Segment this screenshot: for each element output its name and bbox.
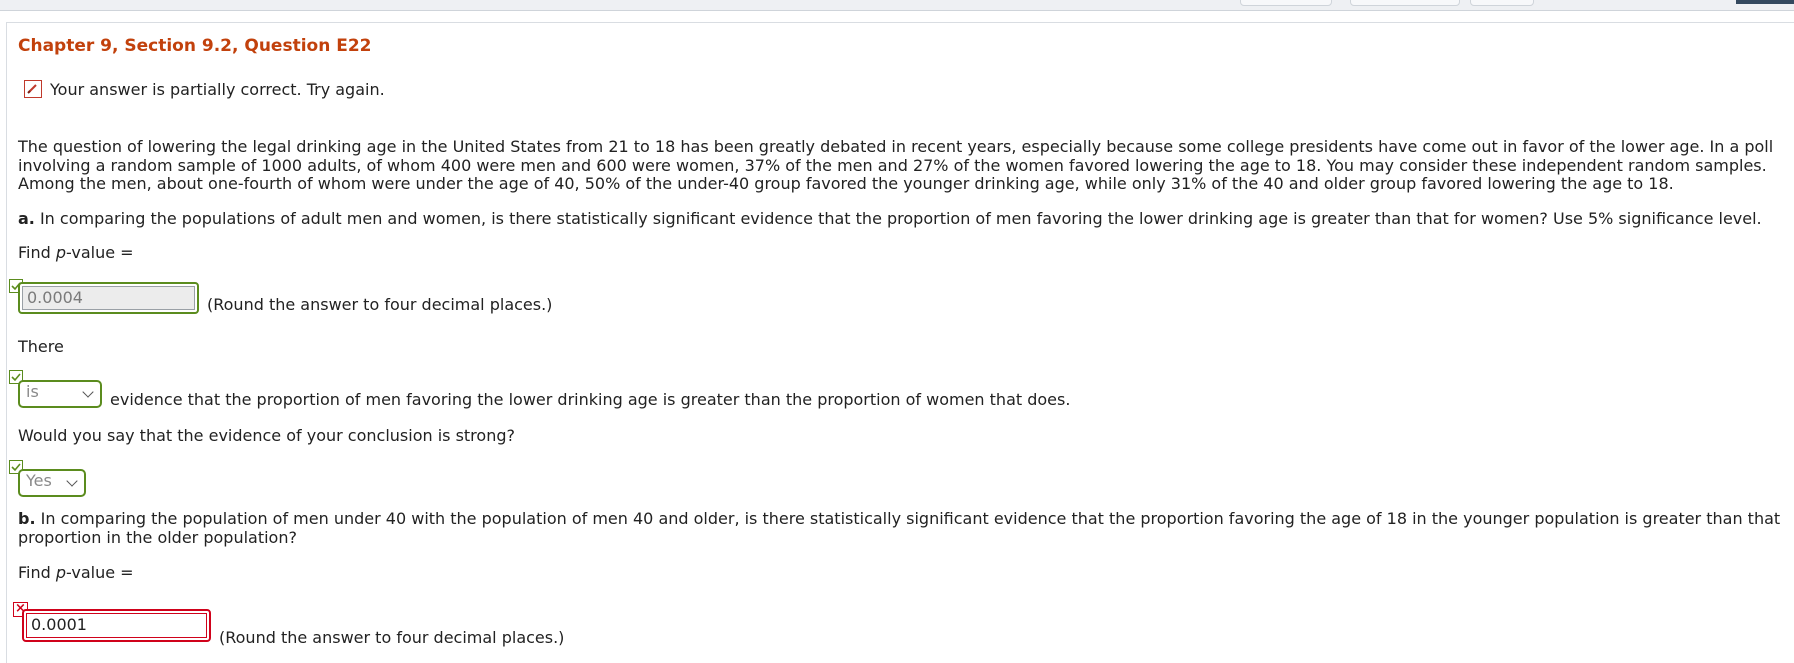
find-var: p	[55, 563, 67, 582]
part-a-pvalue-input[interactable]: 0.0004	[18, 282, 199, 314]
find-suffix: -value =	[66, 243, 134, 262]
chevron-down-icon	[82, 386, 94, 398]
chevron-down-icon	[66, 475, 78, 487]
strong-select[interactable]: Yes	[18, 469, 86, 497]
part-b-round-hint: (Round the answer to four decimal places…	[219, 628, 565, 647]
part-b-question-text: In comparing the population of men under…	[18, 509, 1781, 547]
problem-text: The question of lowering the legal drink…	[18, 137, 1774, 193]
content-frame	[6, 22, 1794, 663]
part-b-find-pvalue-label: Find p-value =	[18, 563, 134, 582]
evidence-select[interactable]: is	[18, 380, 102, 408]
part-a-label: a.	[18, 209, 35, 228]
evidence-select-value: is	[26, 382, 39, 401]
part-a-question: a. In comparing the populations of adult…	[18, 209, 1762, 228]
there-label: There	[18, 337, 64, 356]
strong-select-value: Yes	[26, 471, 52, 490]
part-a-pvalue-value: 0.0004	[22, 286, 195, 310]
find-suffix: -value =	[66, 563, 134, 582]
toolbar-tab[interactable]	[1240, 0, 1332, 6]
part-b-pvalue-input[interactable]: 0.0001	[22, 609, 211, 642]
part-b-label: b.	[18, 509, 36, 528]
strong-question: Would you say that the evidence of your …	[18, 426, 515, 445]
browser-top-bar	[0, 0, 1794, 11]
status-message: Your answer is partially correct. Try ag…	[50, 80, 385, 99]
part-b-question: b. In comparing the population of men un…	[18, 509, 1788, 547]
toolbar-accent	[1736, 0, 1794, 4]
question-title: Chapter 9, Section 9.2, Question E22	[18, 36, 372, 56]
find-var: p	[55, 243, 67, 262]
part-b-pvalue-value: 0.0001	[26, 613, 207, 638]
find-prefix: Find	[18, 243, 56, 262]
evidence-text: evidence that the proportion of men favo…	[110, 390, 1071, 409]
find-prefix: Find	[18, 563, 56, 582]
toolbar-tab[interactable]	[1350, 0, 1460, 6]
part-a-question-text: In comparing the populations of adult me…	[34, 209, 1762, 228]
part-a-find-pvalue-label: Find p-value =	[18, 243, 134, 262]
pencil-edit-icon	[24, 80, 42, 98]
toolbar-tab[interactable]	[1470, 0, 1534, 6]
part-a-round-hint: (Round the answer to four decimal places…	[207, 295, 553, 314]
